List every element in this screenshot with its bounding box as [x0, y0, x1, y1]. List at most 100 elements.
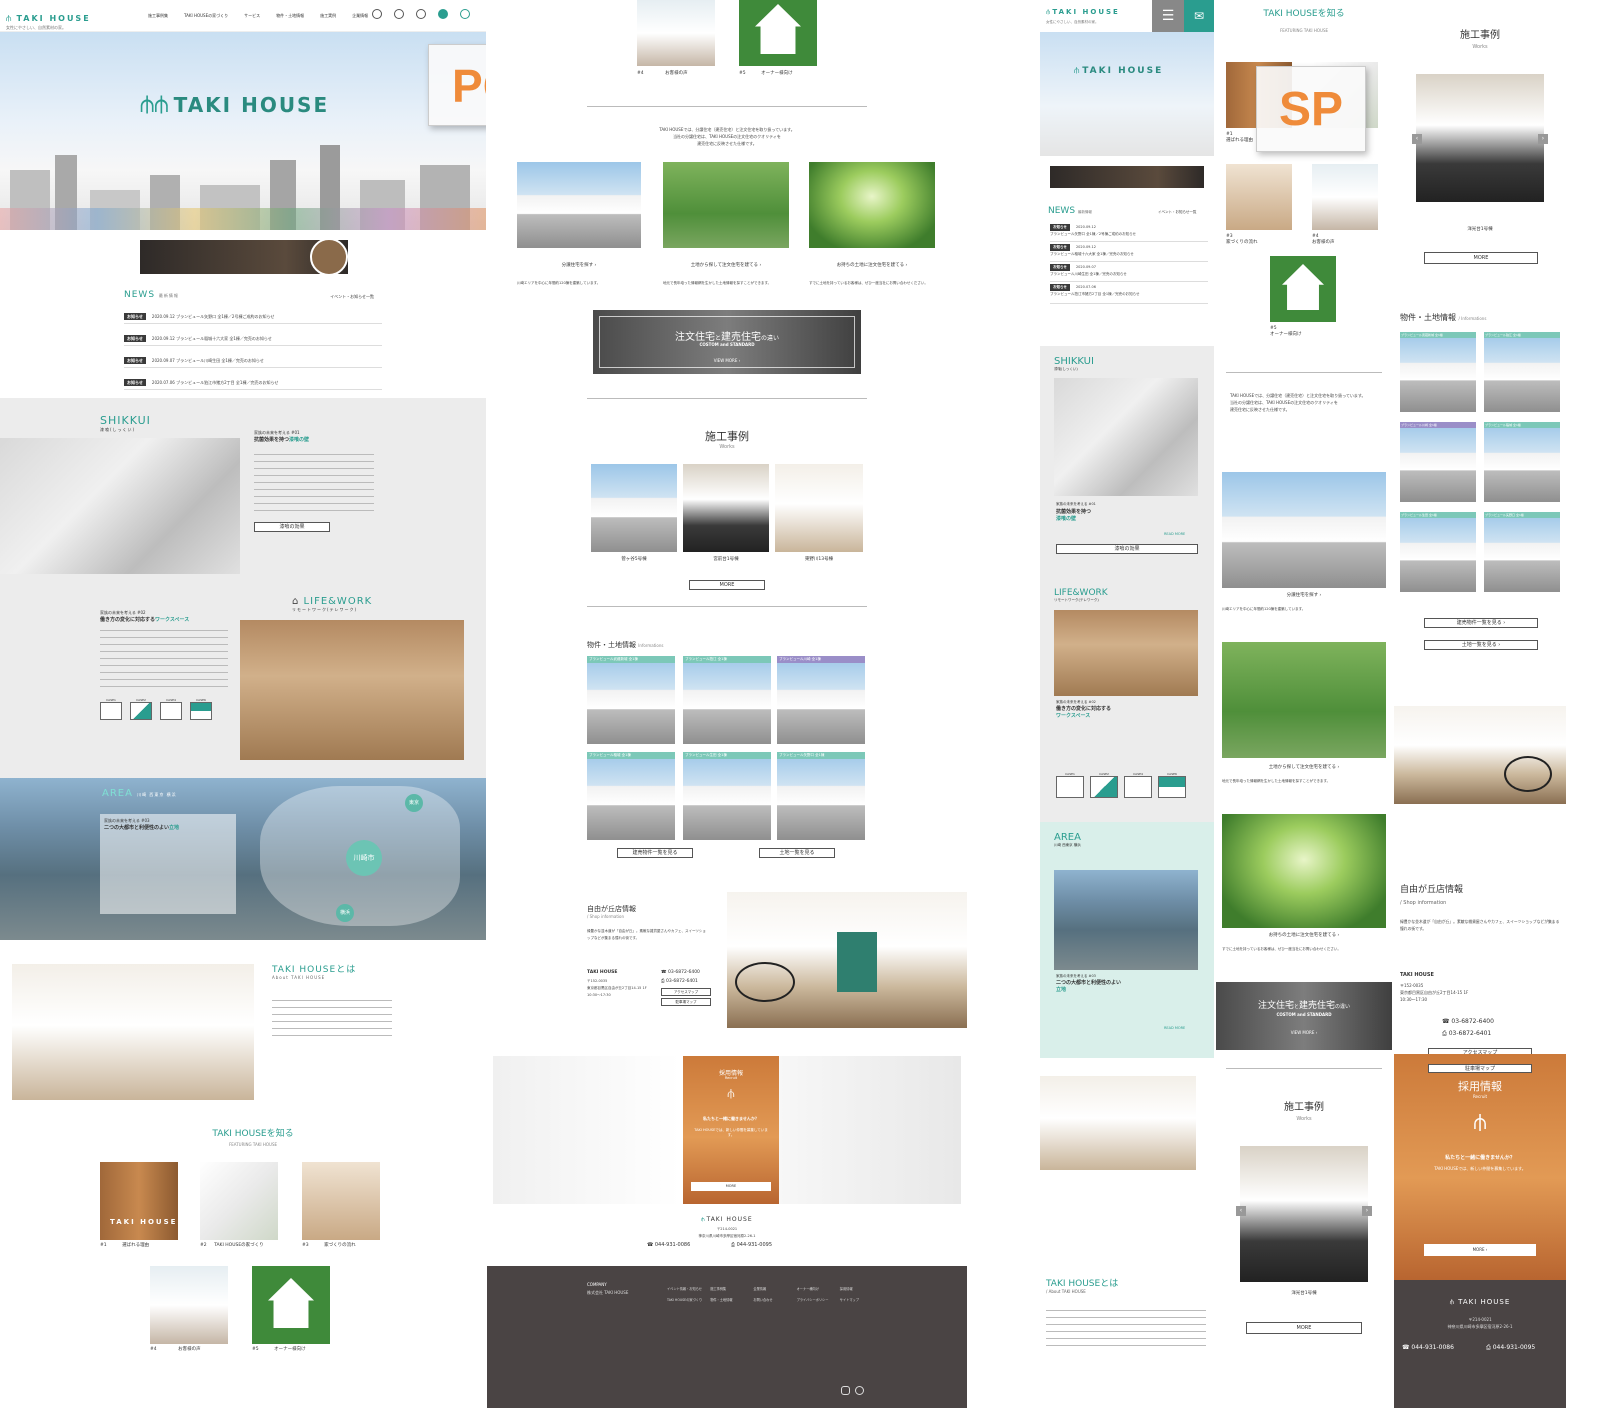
works-1-photo[interactable] [591, 464, 677, 552]
banner-more[interactable]: VIEW MORE › [593, 358, 861, 363]
featuring-1-caption[interactable]: #1 選ばれる理由 [100, 1242, 178, 1248]
case-item[interactable]: CASE1 [100, 698, 122, 720]
featuring-4-photo-top[interactable] [637, 0, 715, 66]
calendar-icon[interactable] [394, 9, 404, 19]
pc-logo[interactable]: ⫛ TAKI HOUSE 女性にやさしい、自然素材の家。 [6, 6, 91, 31]
sp-featuring-3-photo[interactable] [1226, 164, 1292, 230]
news-more-link[interactable]: イベント・お知らせ一覧 [330, 294, 374, 300]
sp-service-3-photo[interactable] [1222, 814, 1386, 928]
sp-order-vs-standard-banner[interactable]: 注文住宅と建売住宅の違い COSTOM and STANDARD VIEW MO… [1216, 982, 1392, 1050]
sp-works-prev[interactable]: ‹ [1412, 134, 1422, 144]
featuring-2-photo[interactable] [200, 1162, 278, 1240]
sp-footer-logo[interactable]: ⫛ TAKI HOUSE [1394, 1298, 1566, 1307]
footer-link[interactable]: オーナー様向け [797, 1286, 834, 1291]
footer-link[interactable]: 物件・土地情報 [710, 1297, 747, 1302]
info-card[interactable]: ブランビュール武蔵新城 全1棟 [587, 656, 675, 744]
service-2-link[interactable]: 土地から探して注文住宅を建てる › [663, 262, 789, 268]
news-row[interactable]: お知らせ 2020.07.06 ブランビュール狛江市猪方2丁目 全1棟／完売のお知… [124, 376, 382, 390]
footer-link[interactable]: お問い合わせ [753, 1297, 790, 1302]
works-2-caption[interactable]: 宮前台1号棟 [683, 556, 769, 562]
sp-logo[interactable]: ⫛ TAKI HOUSE [1046, 8, 1120, 17]
nav-item[interactable]: 企業情報 [352, 13, 368, 19]
footer-link[interactable]: TAKI HOUSEの家づくり [667, 1297, 704, 1302]
footer-tel[interactable]: ☎ 044-931-0086 [647, 1242, 690, 1248]
sp-works-prev[interactable]: ‹ [1236, 1206, 1246, 1216]
service-3-link[interactable]: お持ちの土地に注文住宅を建てる › [809, 262, 935, 268]
contact-icon[interactable]: ✉ [1184, 0, 1214, 32]
footer-link[interactable]: 企業情報 [753, 1286, 790, 1291]
info-card[interactable]: ブランビュール生田 全1棟 [683, 752, 771, 840]
footer-link[interactable]: 採用情報 [840, 1286, 877, 1291]
news-row[interactable]: お知らせ 2020.09.12 ブランビュール矢野口 全1棟／2号棟ご成約のお知らせ [1050, 224, 1208, 242]
sp-featuring-5-photo[interactable] [1270, 256, 1336, 322]
sp-works-photo[interactable] [1240, 1146, 1368, 1282]
service-3-photo[interactable] [809, 162, 935, 248]
sp-service-2-photo[interactable] [1222, 642, 1386, 758]
order-vs-standard-banner[interactable]: 注文住宅と建売住宅の違い COSTOM and STANDARD VIEW MO… [593, 310, 861, 374]
works-1-caption[interactable]: 菅ヶ谷5号棟 [591, 556, 677, 562]
sp-featuring-4-caption[interactable]: #4 お客様の声 [1312, 234, 1382, 245]
map-pin-yokohama[interactable]: 横浜 [336, 904, 354, 922]
featuring-4-caption[interactable]: #4 お客様の声 [637, 70, 715, 76]
case-item[interactable]: CASE6 [1158, 772, 1186, 798]
info-card[interactable]: ブランビュール稲城 全1棟 [587, 752, 675, 840]
sp-works-more-button-2[interactable]: MORE [1424, 252, 1538, 264]
news-row[interactable]: お知らせ 2020.09.12 ブランビュール稲城十六大家 全1棟／完売のお知らせ [1050, 244, 1208, 262]
service-2-photo[interactable] [663, 162, 789, 248]
info-card[interactable]: ブランビュール川崎 全1棟 [777, 656, 865, 744]
featuring-5-caption[interactable]: #5 オーナー様向け [739, 70, 817, 76]
featuring-5-photo[interactable] [252, 1266, 330, 1344]
case-item[interactable]: CASE2 [1090, 772, 1118, 798]
sp-news-more[interactable]: イベント・お知らせ一覧 [1158, 210, 1196, 215]
case-item[interactable]: CASE2 [130, 698, 152, 720]
sp-shop-tel[interactable]: ☎ 03-6872-6400 [1442, 1018, 1494, 1025]
sp-service-3-link[interactable]: お持ちの土地に注文住宅を建てる › [1222, 932, 1386, 938]
featuring-2-caption[interactable]: #2 TAKI HOUSEの家づくり [200, 1242, 278, 1248]
nav-item[interactable]: 物件・土地情報 [276, 13, 304, 19]
sp-featuring-3-caption[interactable]: #3 家づくりの流れ [1226, 234, 1296, 245]
nav-item[interactable]: サービス [244, 13, 260, 19]
sp-event-banner[interactable] [1050, 166, 1204, 188]
instagram-icon[interactable] [841, 1386, 850, 1395]
sp-footer-tel[interactable]: ☎ 044-931-0086 [1402, 1344, 1454, 1351]
footer-link[interactable]: 施工事例集 [710, 1286, 747, 1291]
sp-works-more-button[interactable]: MORE [1246, 1322, 1362, 1334]
sp-service-2-link[interactable]: 土地から探して注文住宅を建てる › [1222, 764, 1386, 770]
nav-item[interactable]: 施工実例 [320, 13, 336, 19]
sp-info-card[interactable]: ブランビュール狛江 全1棟 [1484, 332, 1560, 412]
land-list-button[interactable]: 土地一覧を見る [759, 848, 835, 858]
sp-info-list-button[interactable]: 建売物件一覧を見る › [1424, 618, 1538, 628]
footer-link[interactable]: サイトマップ [840, 1297, 877, 1302]
sp-service-1-photo[interactable] [1222, 472, 1386, 588]
recruit-more-button[interactable]: MORE [691, 1182, 771, 1191]
contact-icon[interactable] [438, 9, 448, 19]
sp-service-1-link[interactable]: 分譲住宅を探す › [1222, 592, 1386, 598]
sp-works-caption-2[interactable]: 洋光台1号棟 [1416, 226, 1544, 232]
news-row[interactable]: お知らせ 2020.09.07 ブランビュール川崎生田 全1棟／完売のお知らせ [124, 354, 382, 368]
sp-info-card[interactable]: ブランビュール生田 全1棟 [1400, 512, 1476, 592]
featuring-3-caption[interactable]: #3 家づくりの流れ [302, 1242, 380, 1248]
event-icon[interactable] [372, 9, 382, 19]
map-pin-kawasaki[interactable]: 川崎市 [346, 840, 382, 876]
info-card[interactable]: ブランビュール矢野口 全1棟 [777, 752, 865, 840]
footer-link[interactable]: プライバシーポリシー [797, 1297, 834, 1302]
line-icon[interactable] [460, 9, 470, 19]
event-banner[interactable] [140, 240, 348, 274]
sp-info-card[interactable]: ブランビュール稲城 全1棟 [1484, 422, 1560, 502]
works-3-caption[interactable]: 東野川13号棟 [775, 556, 863, 562]
sp-works-next[interactable]: › [1538, 134, 1548, 144]
sp-recruit-more-button[interactable]: MORE › [1424, 1244, 1536, 1256]
sp-works-photo-2[interactable] [1416, 74, 1544, 202]
service-1-link[interactable]: 分譲住宅を探す › [517, 262, 641, 268]
info-list-button[interactable]: 建売物件一覧を見る [617, 848, 693, 858]
sp-featuring-4-photo[interactable] [1312, 164, 1378, 230]
news-row[interactable]: お知らせ 2020.07.06 ブランビュール狛江市猪方2丁目 全1棟／完売のお知ら… [1050, 284, 1208, 304]
sp-featuring-5-caption[interactable]: #5 オーナー様向け [1270, 326, 1340, 337]
featuring-3-photo[interactable] [302, 1162, 380, 1240]
sp-works-next[interactable]: › [1362, 1206, 1372, 1216]
case-item[interactable]: CASE4 [1124, 772, 1152, 798]
sp-works-caption[interactable]: 洋光台1号棟 [1240, 1290, 1368, 1296]
sp-land-list-button[interactable]: 土地一覧を見る › [1424, 640, 1538, 650]
featuring-5-photo-top[interactable] [739, 0, 817, 66]
news-row[interactable]: お知らせ 2020.09.12 ブランビュール矢野口 全1棟／2号棟ご成約のお知ら… [124, 310, 382, 324]
